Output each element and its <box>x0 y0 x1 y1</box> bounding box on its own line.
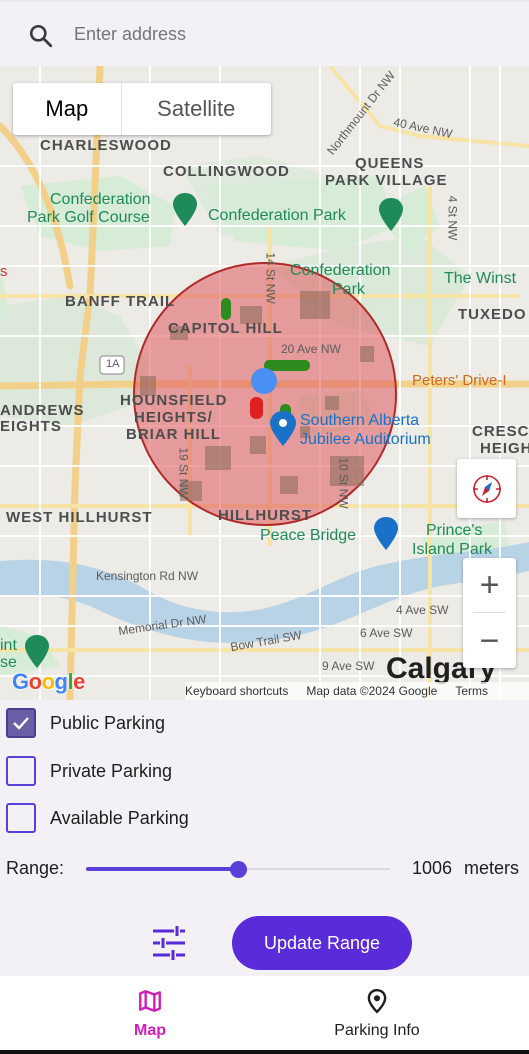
map-icon <box>139 990 161 1012</box>
available-parking-label: Available Parking <box>50 807 189 828</box>
map-type-map-button[interactable]: Map <box>13 83 122 135</box>
nav-tab-map[interactable]: Map <box>110 976 190 1050</box>
compass-icon <box>472 474 501 503</box>
map-type-toggle: Map Satellite <box>13 83 271 135</box>
slider-fill <box>86 867 238 871</box>
filter-available-parking[interactable]: Available Parking <box>6 801 189 835</box>
search-bar <box>0 0 529 67</box>
user-location-dot <box>251 368 277 394</box>
slider-thumb[interactable] <box>230 861 247 878</box>
location-pin-icon <box>367 988 387 1014</box>
system-nav-edge <box>0 1050 529 1054</box>
filter-private-parking[interactable]: Private Parking <box>6 754 172 788</box>
zoom-in-button[interactable]: + <box>463 558 516 612</box>
nav-tab-parking-info[interactable]: Parking Info <box>318 976 436 1050</box>
highway-1a-shield <box>99 355 125 375</box>
search-input[interactable] <box>74 18 514 50</box>
private-parking-marker[interactable] <box>250 397 263 419</box>
public-parking-checkbox[interactable] <box>6 708 36 738</box>
map-data-text: Map data ©2024 Google <box>306 684 438 698</box>
range-value: 1006 <box>412 858 453 878</box>
compass-button[interactable] <box>457 459 516 518</box>
filter-public-parking[interactable]: Public Parking <box>6 706 165 740</box>
zoom-controls: + − <box>463 558 516 668</box>
map-type-satellite-button[interactable]: Satellite <box>122 83 271 135</box>
nav-parking-info-label: Parking Info <box>334 1022 420 1039</box>
private-parking-label: Private Parking <box>50 760 173 781</box>
map-attribution: Keyboard shortcuts Map data ©2024 Google… <box>185 682 529 700</box>
zoom-out-button[interactable]: − <box>463 614 516 668</box>
range-slider[interactable] <box>86 858 390 880</box>
range-label: Range: <box>6 858 65 878</box>
nav-map-label: Map <box>134 1022 166 1039</box>
private-parking-checkbox[interactable] <box>6 756 36 786</box>
keyboard-shortcuts-link[interactable]: Keyboard shortcuts <box>185 684 288 698</box>
check-icon <box>13 717 29 730</box>
map-view[interactable]: CHARLESWOOD COLLINGWOOD QUEENS PARK VILL… <box>0 66 529 700</box>
terms-link[interactable]: Terms <box>455 684 488 698</box>
bottom-navigation: Map Parking Info <box>0 976 529 1050</box>
public-parking-marker[interactable] <box>221 298 231 320</box>
public-parking-marker[interactable] <box>264 360 310 371</box>
map-canvas <box>0 66 529 700</box>
zoom-divider <box>473 612 506 613</box>
tune-icon[interactable] <box>150 925 188 961</box>
search-icon[interactable] <box>28 23 54 49</box>
public-parking-label: Public Parking <box>50 712 166 733</box>
google-logo: Google <box>12 669 85 694</box>
range-unit: meters <box>464 858 520 878</box>
update-range-button[interactable]: Update Range <box>232 916 412 970</box>
available-parking-checkbox[interactable] <box>6 803 36 833</box>
